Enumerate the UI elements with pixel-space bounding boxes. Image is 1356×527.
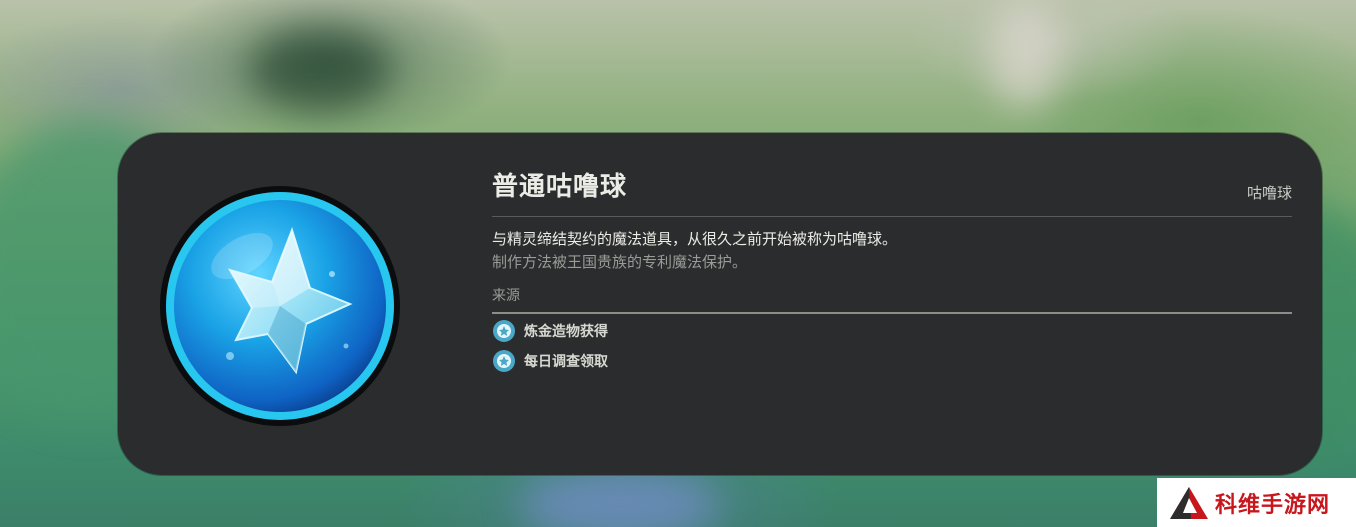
source-item-label: 每日调查领取 [524,354,608,370]
watermark-text: 科维手游网 [1215,493,1331,518]
source-divider [492,312,1292,314]
item-icon [160,186,400,426]
header-divider [492,216,1292,217]
source-item-daily[interactable]: 每日调查领取 [492,349,608,373]
source-item-label: 炼金造物获得 [524,324,608,340]
game-scene-background: 普通咕噜球 咕噜球 与精灵缔结契约的魔法道具，从很久之前开始被称为咕噜球。 制作… [0,0,1356,527]
site-watermark: 科维手游网 [1157,478,1356,527]
item-category: 咕噜球 [1246,184,1292,202]
item-description: 与精灵缔结契约的魔法道具，从很久之前开始被称为咕噜球。 [492,230,898,248]
source-badge-icon [493,350,515,372]
source-item-alchemy[interactable]: 炼金造物获得 [492,319,608,343]
blue-crystal-orb-icon [166,192,394,420]
item-flavor-text: 制作方法被王国贵族的专利魔法保护。 [492,253,748,271]
item-name: 普通咕噜球 [492,172,628,202]
red-triangle-logo-icon [1170,487,1208,519]
source-badge-icon [493,320,515,342]
source-heading: 来源 [492,288,520,304]
